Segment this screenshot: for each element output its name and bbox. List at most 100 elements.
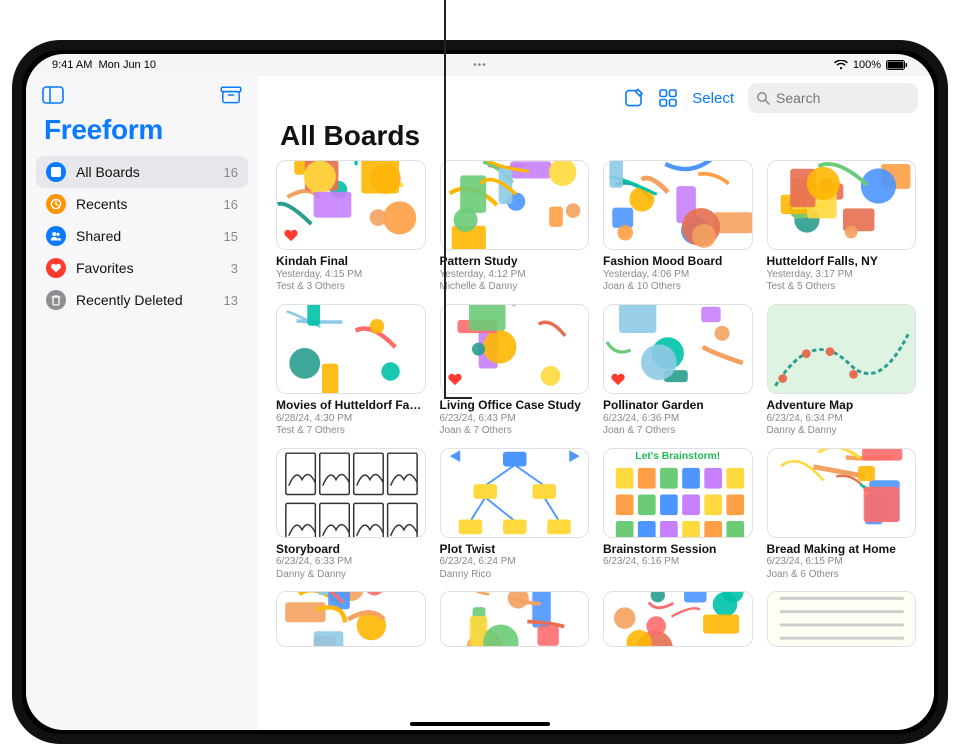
- battery-percent: 100%: [853, 59, 881, 71]
- board-participants: Danny & Danny: [767, 425, 917, 438]
- board-card[interactable]: Storyboard6/23/24, 6:33 PMDanny & Danny: [276, 448, 426, 582]
- board-timestamp: 6/23/24, 6:15 PM: [767, 556, 917, 569]
- board-thumbnail: [767, 304, 917, 394]
- board-participants: Test & 3 Others: [276, 281, 426, 294]
- ipad-frame: 9:41 AM Mon Jun 10 ••• 100% Freeform All…: [12, 40, 948, 744]
- board-thumbnail: [440, 160, 590, 250]
- board-card[interactable]: Pattern StudyYesterday, 4:12 PMMichelle …: [440, 160, 590, 294]
- sidebar-item-label: Recents: [76, 196, 127, 212]
- board-thumbnail: [603, 304, 753, 394]
- board-participants: Joan & 6 Others: [767, 569, 917, 582]
- board-card[interactable]: Living Office Case Study6/23/24, 6:43 PM…: [440, 304, 590, 438]
- sidebar-item-icon: [46, 226, 66, 246]
- board-card[interactable]: Bread Making at Home6/23/24, 6:15 PMJoan…: [767, 448, 917, 582]
- status-bar: 9:41 AM Mon Jun 10 ••• 100%: [26, 54, 934, 76]
- board-thumbnail: [603, 591, 753, 647]
- board-participants: Michelle & Danny: [440, 281, 590, 294]
- board-card[interactable]: Movies of Hutteldorf Fa…6/28/24, 4:30 PM…: [276, 304, 426, 438]
- board-timestamp: 6/23/24, 6:36 PM: [603, 413, 753, 426]
- board-card[interactable]: Hutteldorf Falls, NYYesterday, 3:17 PMTe…: [767, 160, 917, 294]
- favorite-heart-icon: [283, 227, 299, 243]
- board-participants: Joan & 10 Others: [603, 281, 753, 294]
- select-button[interactable]: Select: [692, 90, 734, 107]
- board-thumbnail: [276, 448, 426, 538]
- search-input[interactable]: [776, 90, 934, 106]
- board-card[interactable]: Adventure Map6/23/24, 6:34 PMDanny & Dan…: [767, 304, 917, 438]
- board-card[interactable]: Let's Brainstorm!Brainstorm Session6/23/…: [603, 448, 753, 582]
- board-timestamp: Yesterday, 3:17 PM: [767, 269, 917, 282]
- search-field[interactable]: [748, 83, 918, 113]
- sidebar-item-count: 3: [231, 261, 238, 276]
- boards-grid: Kindah FinalYesterday, 4:15 PMTest & 3 O…: [258, 158, 934, 730]
- search-icon: [756, 91, 770, 105]
- sidebar-item-label: Shared: [76, 228, 121, 244]
- sidebar-item-icon: [46, 258, 66, 278]
- board-timestamp: 6/23/24, 6:16 PM: [603, 556, 753, 569]
- board-timestamp: 6/23/24, 6:24 PM: [440, 556, 590, 569]
- new-board-icon[interactable]: [624, 88, 644, 108]
- board-card[interactable]: Plot Twist6/23/24, 6:24 PMDanny Rico: [440, 448, 590, 582]
- favorite-heart-icon: [610, 371, 626, 387]
- board-title: Bread Making at Home: [767, 543, 917, 557]
- board-title: Adventure Map: [767, 399, 917, 413]
- board-card[interactable]: Kindah FinalYesterday, 4:15 PMTest & 3 O…: [276, 160, 426, 294]
- toolbar: Select: [258, 76, 934, 116]
- board-participants: Joan & 7 Others: [440, 425, 590, 438]
- home-indicator[interactable]: [410, 722, 550, 726]
- board-card[interactable]: [603, 591, 753, 647]
- app-container: Freeform All Boards 16 Recents 16 Shared 15 Fa…: [26, 76, 934, 730]
- board-title: Plot Twist: [440, 543, 590, 557]
- board-card[interactable]: [276, 591, 426, 647]
- board-timestamp: Yesterday, 4:15 PM: [276, 269, 426, 282]
- sidebar-item-shared[interactable]: Shared 15: [36, 220, 248, 252]
- sidebar-item-recently-deleted[interactable]: Recently Deleted13: [36, 284, 248, 316]
- board-timestamp: Yesterday, 4:12 PM: [440, 269, 590, 282]
- board-thumbnail: [276, 591, 426, 647]
- board-title: Storyboard: [276, 543, 426, 557]
- view-options-icon[interactable]: [658, 88, 678, 108]
- multitask-dots-icon[interactable]: •••: [473, 60, 487, 71]
- sidebar-item-favorites[interactable]: Favorites 3: [36, 252, 248, 284]
- board-thumbnail: The Student Chronicle: [767, 591, 917, 647]
- sidebar-item-label: All Boards: [76, 164, 140, 180]
- page-title: All Boards: [258, 116, 934, 158]
- board-thumbnail: [767, 448, 917, 538]
- board-participants: Joan & 7 Others: [603, 425, 753, 438]
- board-card[interactable]: Fashion Mood BoardYesterday, 4:06 PMJoan…: [603, 160, 753, 294]
- app-title: Freeform: [36, 110, 248, 156]
- sidebar-item-all-boards[interactable]: All Boards 16: [36, 156, 248, 188]
- board-participants: Danny & Danny: [276, 569, 426, 582]
- battery-icon: [886, 60, 908, 70]
- sidebar-item-count: 16: [224, 165, 238, 180]
- favorite-heart-icon: [447, 371, 463, 387]
- board-thumbnail: [276, 160, 426, 250]
- board-card[interactable]: [440, 591, 590, 647]
- board-card[interactable]: The Student Chronicle: [767, 591, 917, 647]
- sidebar: Freeform All Boards 16 Recents 16 Shared 15 Fa…: [26, 76, 258, 730]
- sidebar-item-icon: [46, 194, 66, 214]
- svg-text:Let's Brainstorm!: Let's Brainstorm!: [635, 451, 720, 462]
- board-timestamp: 6/28/24, 4:30 PM: [276, 413, 426, 426]
- wifi-icon: [834, 60, 848, 70]
- board-timestamp: 6/23/24, 6:34 PM: [767, 413, 917, 426]
- sidebar-item-label: Favorites: [76, 260, 134, 276]
- board-timestamp: 6/23/24, 6:43 PM: [440, 413, 590, 426]
- sidebar-item-recents[interactable]: Recents 16: [36, 188, 248, 220]
- callout-line: [444, 0, 446, 398]
- board-title: Kindah Final: [276, 255, 426, 269]
- main-panel: Select All Boards Kindah FinalYesterday,…: [258, 76, 934, 730]
- board-card[interactable]: Pollinator Garden6/23/24, 6:36 PMJoan & …: [603, 304, 753, 438]
- sidebar-item-count: 15: [224, 229, 238, 244]
- toggle-sidebar-icon[interactable]: [42, 86, 64, 104]
- sidebar-item-icon: [46, 290, 66, 310]
- board-thumbnail: [767, 160, 917, 250]
- board-thumbnail: [603, 160, 753, 250]
- board-thumbnail: [276, 304, 426, 394]
- archive-icon[interactable]: [220, 86, 242, 104]
- sidebar-item-count: 16: [224, 197, 238, 212]
- board-participants: Test & 7 Others: [276, 425, 426, 438]
- sidebar-item-icon: [46, 162, 66, 182]
- board-participants: Test & 5 Others: [767, 281, 917, 294]
- board-title: Hutteldorf Falls, NY: [767, 255, 917, 269]
- status-time-date: 9:41 AM Mon Jun 10: [52, 59, 156, 71]
